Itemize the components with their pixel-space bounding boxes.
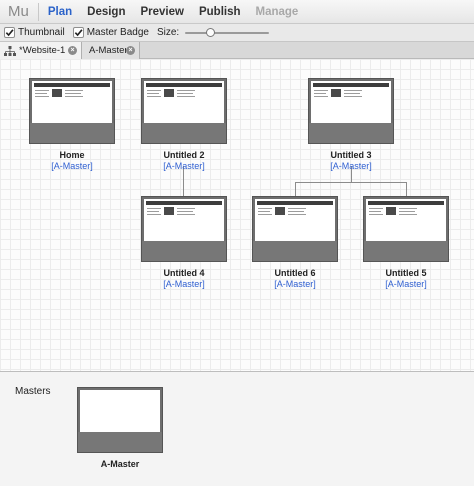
- menu-preview[interactable]: Preview: [134, 6, 189, 18]
- checkmark-icon: [74, 29, 83, 37]
- master-badge-checkbox[interactable]: [72, 27, 84, 38]
- page-preview: [144, 199, 224, 241]
- page-thumbnail[interactable]: [308, 78, 394, 144]
- thumbnail-checkbox[interactable]: [4, 27, 15, 38]
- site-plan-canvas[interactable]: Home [A-Master] Untitled 2 [A-Master] Un…: [0, 59, 474, 372]
- menu-design[interactable]: Design: [81, 6, 131, 18]
- page-title: Untitled 4: [163, 268, 205, 278]
- masters-panel: Masters A-Master: [0, 372, 474, 486]
- menu-plan[interactable]: Plan: [42, 6, 78, 18]
- close-icon[interactable]: ×: [126, 46, 135, 55]
- master-badge[interactable]: [A-Master]: [140, 279, 228, 289]
- app-logo: Mu: [0, 2, 39, 21]
- page-thumbnail[interactable]: [141, 78, 227, 144]
- sitemap-icon: [4, 45, 16, 56]
- size-slider[interactable]: [185, 27, 270, 38]
- tab-label: *Website-1: [19, 45, 66, 56]
- page-preview: [311, 81, 391, 123]
- page-preview: [144, 81, 224, 123]
- page-untitled-4[interactable]: Untitled 4 [A-Master]: [140, 196, 228, 289]
- thumbnail-label: Thumbnail: [18, 27, 65, 38]
- connector-line: [295, 182, 296, 196]
- tab-a-master[interactable]: A-Master ×: [82, 42, 140, 59]
- size-slider-thumb[interactable]: [206, 27, 216, 37]
- connector-line: [406, 182, 407, 196]
- page-thumbnail[interactable]: [29, 78, 115, 144]
- page-title: Home: [59, 150, 85, 160]
- close-icon[interactable]: ×: [68, 46, 77, 55]
- size-slider-track: [185, 31, 270, 34]
- master-a-master[interactable]: A-Master: [77, 387, 163, 469]
- page-untitled-5[interactable]: Untitled 5 [A-Master]: [362, 196, 450, 289]
- page-thumbnail[interactable]: [363, 196, 449, 262]
- master-badge[interactable]: [A-Master]: [307, 161, 395, 171]
- page-thumbnail[interactable]: [252, 196, 338, 262]
- page-title: Untitled 2: [163, 150, 205, 160]
- page-preview: [366, 199, 446, 241]
- tab-label: A-Master: [89, 45, 126, 56]
- master-badge[interactable]: [A-Master]: [28, 161, 116, 171]
- page-untitled-2[interactable]: Untitled 2 [A-Master]: [140, 78, 228, 171]
- master-badge-label: Master Badge: [86, 27, 149, 38]
- page-title: Untitled 3: [330, 150, 372, 160]
- page-untitled-6[interactable]: Untitled 6 [A-Master]: [251, 196, 339, 289]
- page-title: Untitled 5: [385, 268, 427, 278]
- options-bar: Thumbnail Master Badge Size:: [0, 24, 474, 42]
- masters-heading: Masters: [15, 386, 51, 397]
- master-title: A-Master: [100, 459, 140, 469]
- master-badge[interactable]: [A-Master]: [140, 161, 228, 171]
- page-preview: [255, 199, 335, 241]
- page-preview: [32, 81, 112, 123]
- master-preview: [80, 390, 160, 434]
- menu-bar: Mu Plan Design Preview Publish Manage: [0, 0, 474, 24]
- page-thumbnail[interactable]: [141, 196, 227, 262]
- page-untitled-3[interactable]: Untitled 3 [A-Master]: [307, 78, 395, 171]
- menu-manage: Manage: [255, 5, 299, 18]
- master-badge[interactable]: [A-Master]: [251, 279, 339, 289]
- menu-publish[interactable]: Publish: [193, 6, 247, 18]
- size-label: Size:: [156, 27, 180, 38]
- page-home[interactable]: Home [A-Master]: [28, 78, 116, 171]
- connector-line: [295, 182, 407, 183]
- master-thumbnail[interactable]: [77, 387, 163, 453]
- tab-website-1[interactable]: *Website-1 ×: [0, 42, 82, 59]
- checkmark-icon: [5, 29, 14, 37]
- document-tabs: *Website-1 × A-Master ×: [0, 42, 474, 59]
- page-title: Untitled 6: [274, 268, 316, 278]
- master-badge[interactable]: [A-Master]: [362, 279, 450, 289]
